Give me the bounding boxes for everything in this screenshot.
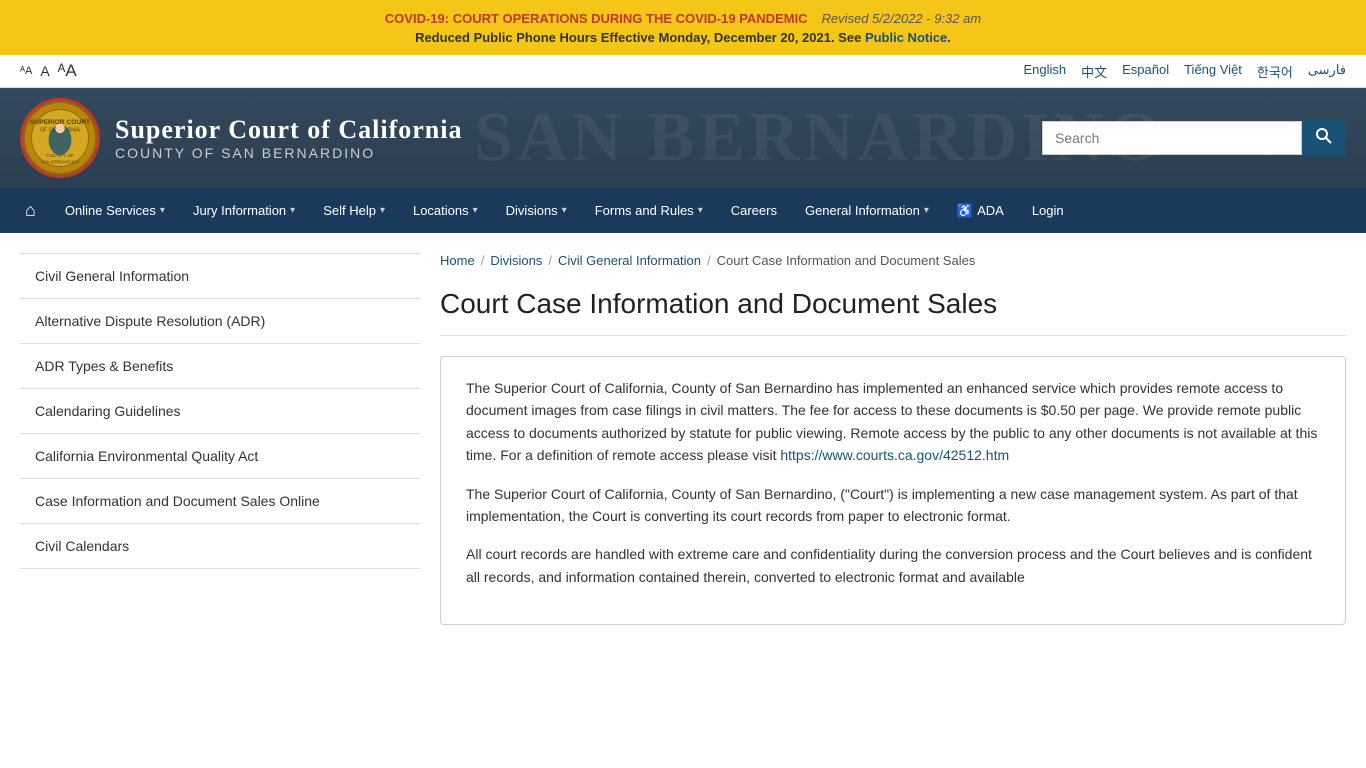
divisions-arrow: ▾	[562, 205, 567, 216]
para-2: The Superior Court of California, County…	[466, 483, 1320, 528]
court-county: County of San Bernardino	[115, 145, 1042, 161]
nav-self-help[interactable]: Self Help ▾	[309, 191, 399, 230]
nav-ada-label: ADA	[977, 203, 1004, 218]
alert-bar: COVID-19: COURT OPERATIONS DURING THE CO…	[0, 0, 1366, 55]
nav-general-label: General Information	[805, 203, 920, 218]
para-3: All court records are handled with extre…	[466, 543, 1320, 588]
nav-online-services-label: Online Services	[65, 203, 156, 218]
nav-jury-label: Jury Information	[193, 203, 286, 218]
breadcrumb-home[interactable]: Home	[440, 253, 475, 268]
nav-home-button[interactable]: ⌂	[10, 188, 51, 233]
breadcrumb-divisions[interactable]: Divisions	[490, 253, 542, 268]
nav-locations[interactable]: Locations ▾	[399, 191, 492, 230]
header-search	[1042, 120, 1346, 156]
site-header: SUPERIOR COURT OF CALIFORNIA COUNTY OF S…	[0, 88, 1366, 188]
sidebar-civil-general[interactable]: Civil General Information	[20, 253, 420, 299]
lang-vietnamese[interactable]: Tiếng Việt	[1184, 62, 1242, 81]
breadcrumb-sep-1: /	[481, 253, 485, 268]
general-arrow: ▾	[924, 205, 929, 216]
sidebar-adr-types[interactable]: ADR Types & Benefits	[20, 344, 420, 389]
content-box: The Superior Court of California, County…	[440, 356, 1346, 625]
search-input[interactable]	[1042, 121, 1302, 155]
public-notice-link[interactable]: Public Notice	[865, 30, 947, 45]
site-title: Superior Court of California County of S…	[115, 115, 1042, 161]
sidebar-case-info[interactable]: Case Information and Document Sales Onli…	[20, 479, 420, 524]
covid-title: COVID-19: COURT OPERATIONS DURING THE CO…	[385, 11, 808, 26]
court-name: Superior Court of California	[115, 115, 1042, 145]
sidebar-adr-types-label: ADR Types & Benefits	[35, 358, 173, 374]
main-nav: ⌂ Online Services ▾ Jury Information ▾ S…	[0, 188, 1366, 233]
nav-self-help-label: Self Help	[323, 203, 376, 218]
nav-divisions[interactable]: Divisions ▾	[492, 191, 581, 230]
main-content: Home / Divisions / Civil General Informa…	[440, 253, 1346, 713]
para-1: The Superior Court of California, County…	[466, 377, 1320, 467]
breadcrumb-current: Court Case Information and Document Sale…	[717, 253, 976, 268]
sidebar-calendaring-label: Calendaring Guidelines	[35, 403, 181, 419]
locations-arrow: ▾	[473, 205, 478, 216]
search-button[interactable]	[1302, 120, 1346, 156]
lang-chinese[interactable]: 中文	[1081, 62, 1107, 81]
online-services-arrow: ▾	[160, 205, 165, 216]
font-size-controls: ᴬA A ᴬA	[20, 61, 77, 81]
breadcrumb-sep-2: /	[548, 253, 552, 268]
breadcrumb-sep-3: /	[707, 253, 711, 268]
lang-farsi[interactable]: فارسی	[1308, 62, 1346, 81]
nav-forms-rules-label: Forms and Rules	[595, 203, 694, 218]
lang-spanish[interactable]: Español	[1122, 62, 1169, 81]
nav-general-information[interactable]: General Information ▾	[791, 191, 943, 230]
phone-notice: Reduced Public Phone Hours Effective Mon…	[20, 30, 1346, 45]
sidebar-ceqa-label: California Environmental Quality Act	[35, 448, 258, 464]
courts-link[interactable]: https://www.courts.ca.gov/42512.htm	[780, 447, 1009, 463]
font-small-button[interactable]: ᴬA	[20, 65, 32, 77]
nav-locations-label: Locations	[413, 203, 469, 218]
nav-ada[interactable]: ♿ ADA	[943, 191, 1018, 231]
court-logo: SUPERIOR COURT OF CALIFORNIA COUNTY OF S…	[20, 98, 100, 178]
breadcrumb-civil[interactable]: Civil General Information	[558, 253, 701, 268]
revised-date: Revised 5/2/2022 - 9:32 am	[821, 11, 981, 26]
breadcrumb: Home / Divisions / Civil General Informa…	[440, 253, 1346, 268]
nav-online-services[interactable]: Online Services ▾	[51, 191, 179, 230]
sidebar-civil-calendars-label: Civil Calendars	[35, 538, 129, 554]
lang-english[interactable]: English	[1023, 62, 1066, 81]
phone-notice-text: Reduced Public Phone Hours Effective Mon…	[415, 30, 861, 45]
svg-text:SAN BERNARDINO: SAN BERNARDINO	[41, 160, 80, 165]
font-large-button[interactable]: ᴬA	[58, 61, 77, 81]
ada-icon: ♿	[957, 203, 973, 219]
sidebar-civil-general-label: Civil General Information	[35, 268, 189, 284]
lang-korean[interactable]: 한국어	[1257, 62, 1293, 81]
sidebar-civil-calendars[interactable]: Civil Calendars	[20, 524, 420, 569]
sidebar-adr[interactable]: Alternative Dispute Resolution (ADR)	[20, 299, 420, 344]
jury-arrow: ▾	[290, 205, 295, 216]
nav-login-label: Login	[1032, 203, 1064, 218]
nav-jury-information[interactable]: Jury Information ▾	[179, 191, 309, 230]
svg-text:COUNTY OF: COUNTY OF	[46, 153, 74, 159]
utility-bar: ᴬA A ᴬA English 中文 Español Tiếng Việt 한국…	[0, 55, 1366, 88]
page-title: Court Case Information and Document Sale…	[440, 288, 1346, 336]
nav-forms-rules[interactable]: Forms and Rules ▾	[581, 191, 717, 230]
nav-login[interactable]: Login	[1018, 191, 1078, 230]
content-area: Civil General Information Alternative Di…	[0, 233, 1366, 733]
self-help-arrow: ▾	[380, 205, 385, 216]
sidebar-ceqa[interactable]: California Environmental Quality Act	[20, 434, 420, 479]
nav-careers[interactable]: Careers	[717, 191, 791, 230]
language-links: English 中文 Español Tiếng Việt 한국어 فارسی	[1023, 62, 1346, 81]
sidebar: Civil General Information Alternative Di…	[20, 253, 420, 713]
sidebar-adr-label: Alternative Dispute Resolution (ADR)	[35, 313, 265, 329]
sidebar-calendaring[interactable]: Calendaring Guidelines	[20, 389, 420, 434]
forms-rules-arrow: ▾	[698, 205, 703, 216]
font-medium-button[interactable]: A	[40, 63, 49, 79]
nav-careers-label: Careers	[731, 203, 777, 218]
nav-divisions-label: Divisions	[506, 203, 558, 218]
sidebar-case-info-label: Case Information and Document Sales Onli…	[35, 493, 320, 509]
